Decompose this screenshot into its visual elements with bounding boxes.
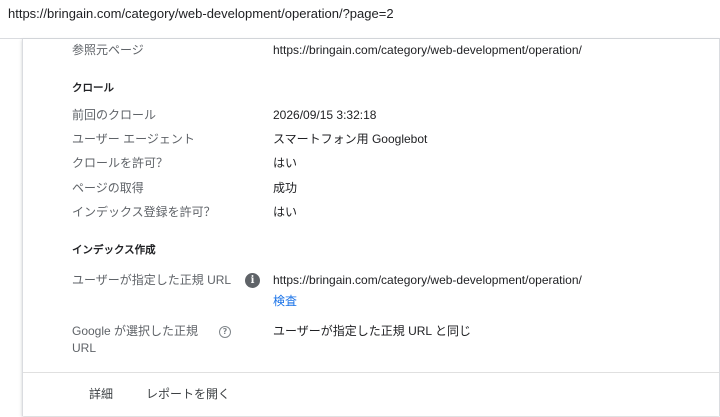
info-icon[interactable]: i bbox=[245, 273, 260, 288]
referring-page-value[interactable]: https://bringain.com/category/web-develo… bbox=[273, 42, 582, 59]
crawl-section-title: クロール bbox=[72, 82, 114, 94]
help-icon[interactable]: ? bbox=[219, 326, 231, 338]
inspect-link[interactable]: 検査 bbox=[273, 293, 297, 310]
referring-page-label: 参照元ページ bbox=[72, 43, 144, 57]
inspection-details-panel: 参照元ページ https://bringain.com/category/web… bbox=[22, 39, 720, 416]
user-agent-label: ユーザー エージェント bbox=[72, 132, 195, 146]
panel-footer: 詳細 レポートを開く bbox=[23, 372, 719, 417]
indexing-allowed-label: インデックス登録を許可？ bbox=[72, 205, 216, 219]
indexing-section-title: インデックス作成 bbox=[72, 244, 156, 256]
page-url: https://bringain.com/category/web-develo… bbox=[8, 6, 394, 21]
details-button[interactable]: 詳細 bbox=[89, 385, 113, 402]
page-url-header: https://bringain.com/category/web-develo… bbox=[0, 0, 720, 39]
page-fetch-value: 成功 bbox=[273, 181, 298, 195]
google-canonical-label-line1: Google が選択した正規 bbox=[72, 324, 199, 338]
indexing-allowed-value: はい bbox=[273, 205, 298, 219]
google-canonical-value: ユーザーが指定した正規 URL と同じ bbox=[273, 324, 471, 338]
user-canonical-label: ユーザーが指定した正規 URL bbox=[72, 273, 232, 287]
crawl-allowed-value: はい bbox=[273, 156, 298, 170]
last-crawl-label: 前回のクロール bbox=[72, 108, 157, 122]
google-canonical-label-line2: URL bbox=[72, 341, 97, 355]
last-crawl-value: 2026/09/15 3:32:18 bbox=[273, 108, 377, 122]
page-fetch-label: ページの取得 bbox=[72, 181, 144, 195]
user-agent-value: スマートフォン用 Googlebot bbox=[273, 132, 428, 146]
open-report-button[interactable]: レポートを開く bbox=[146, 385, 230, 402]
crawl-allowed-label: クロールを許可？ bbox=[72, 156, 169, 170]
user-canonical-value[interactable]: https://bringain.com/category/web-develo… bbox=[273, 272, 582, 289]
